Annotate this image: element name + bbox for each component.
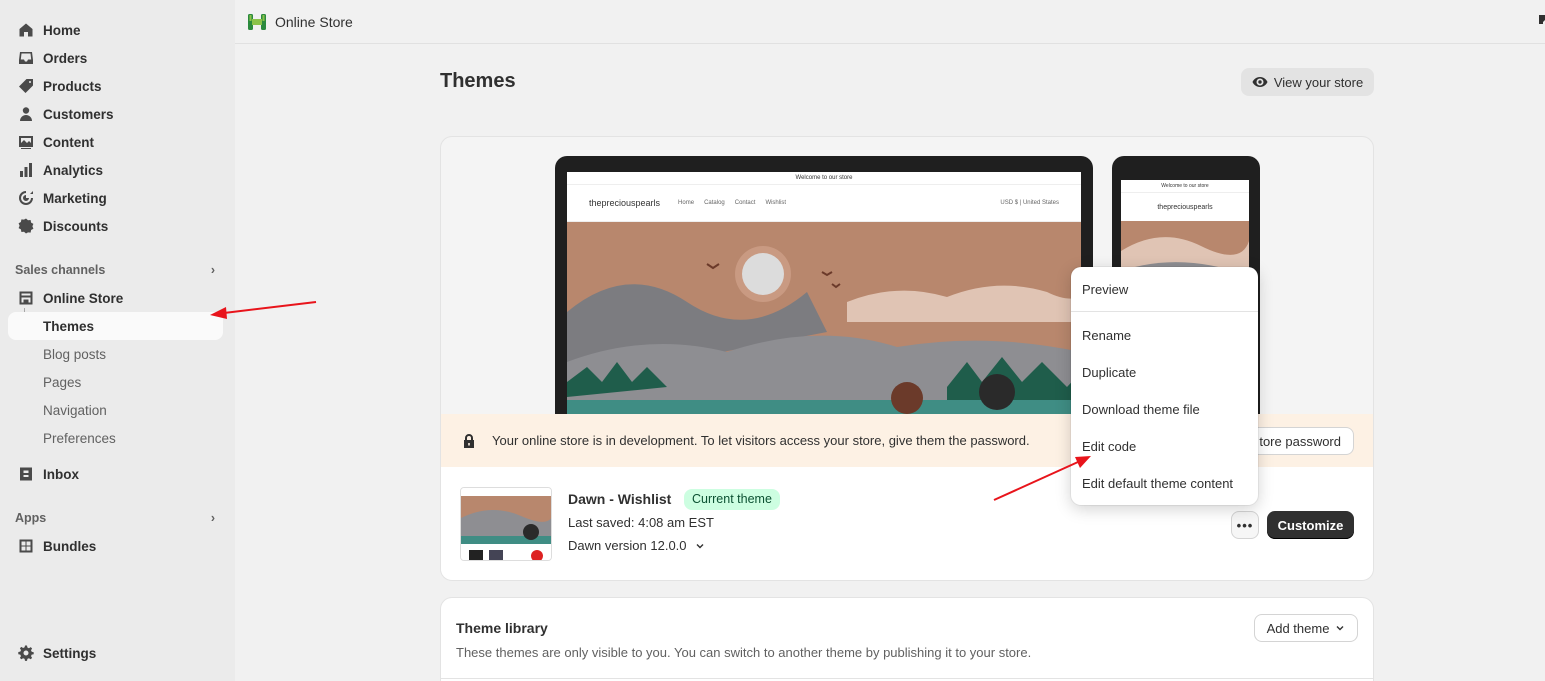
sidebar-item-label: Settings [43,645,97,661]
sidebar-item-label: Orders [43,50,88,66]
theme-thumbnail-image [461,488,551,560]
apps-header[interactable]: Apps › [15,511,215,525]
customize-button[interactable]: Customize [1267,511,1354,539]
sidebar: Home Orders Products Customers Content A… [0,0,235,681]
sidebar-item-discounts[interactable]: Discounts [8,212,223,240]
theme-last-saved: Last saved: 4:08 am EST [568,515,714,530]
sidebar-item-content[interactable]: Content [8,128,223,156]
menu-divider [1071,311,1258,312]
sidebar-item-label: Marketing [43,190,107,206]
preview-nav-link: Home [678,200,695,206]
online-store-app-icon [248,13,266,30]
menu-item-edit-code[interactable]: Edit code [1071,431,1258,461]
sidebar-subitem-preferences[interactable]: Preferences [8,424,223,452]
theme-actions-button[interactable]: ••• [1231,511,1259,539]
sales-channels-header[interactable]: Sales channels › [15,263,215,277]
image-icon [16,132,36,152]
apps-label: Apps [15,511,47,525]
preview-hero-image [567,222,1081,416]
sidebar-item-label: Discounts [43,218,109,234]
menu-item-preview[interactable]: Preview [1071,274,1258,304]
gear-icon [16,643,36,663]
discount-icon [16,216,36,236]
preview-nav-link: Catalog [704,200,725,206]
add-theme-button[interactable]: Add theme [1254,614,1358,642]
sidebar-item-label: Online Store [43,290,124,306]
menu-item-download-theme-file[interactable]: Download theme file [1071,394,1258,424]
sidebar-item-label: Content [43,134,94,150]
view-store-label: View your store [1273,74,1364,90]
home-icon [16,20,36,40]
sidebar-subitem-pages[interactable]: Pages [8,368,223,396]
sidebar-subitem-themes[interactable]: Themes [8,312,223,340]
sidebar-item-home[interactable]: Home [8,16,223,44]
bar-chart-icon [16,160,36,180]
lock-icon [464,433,474,448]
sidebar-item-orders[interactable]: Orders [8,44,223,72]
chevron-down-icon [696,543,704,548]
sidebar-item-label: Analytics [43,162,104,178]
sidebar-item-label: Products [43,78,102,94]
theme-name: Dawn - Wishlist [568,491,672,507]
topbar: Online Store [235,0,1545,44]
theme-library-title: Theme library [456,620,548,636]
sidebar-item-inbox[interactable]: Inbox [8,460,223,488]
sidebar-item-label: Home [43,22,81,38]
theme-library-subtitle: These themes are only visible to you. Yo… [456,645,1032,660]
preview-store-name: thepreciouspearls [589,198,661,208]
desktop-preview[interactable]: Welcome to our store thepreciouspearls H… [555,156,1093,416]
preview-nav: Home Catalog Contact Wishlist [678,200,786,206]
sidebar-item-customers[interactable]: Customers [8,100,223,128]
sidebar-item-label: Bundles [43,538,97,554]
current-theme-badge: Current theme [684,489,780,510]
sidebar-item-products[interactable]: Products [8,72,223,100]
mobile-preview-store-name: thepreciouspearls [1157,203,1213,211]
target-icon [16,188,36,208]
topbar-title[interactable]: Online Store [275,14,353,30]
sidebar-subitem-blog-posts[interactable]: Blog posts [8,340,223,368]
sidebar-subitem-navigation[interactable]: Navigation [8,396,223,424]
menu-item-rename[interactable]: Rename [1071,320,1258,350]
preview-currency: USD $ | United States [1000,200,1059,206]
inbox-app-icon [16,464,36,484]
theme-thumbnail[interactable] [460,487,552,561]
eye-icon [1252,77,1268,87]
development-banner-text: Your online store is in development. To … [492,433,1030,448]
theme-library-card: Theme library These themes are only visi… [440,597,1374,681]
sidebar-item-label: Inbox [43,466,79,482]
sidebar-item-label: Customers [43,106,114,122]
theme-version-label: Dawn version 12.0.0 [568,538,687,553]
divider [441,678,1373,679]
sidebar-item-online-store[interactable]: Online Store [8,284,223,312]
add-theme-label: Add theme [1266,620,1330,636]
storefront-icon [16,288,36,308]
desktop-preview-screen: Welcome to our store thepreciouspearls H… [567,172,1081,416]
sidebar-item-marketing[interactable]: Marketing [8,184,223,212]
sidebar-item-settings[interactable]: Settings [8,639,223,667]
inbox-tray-icon [16,48,36,68]
chevron-right-icon: › [210,511,215,525]
tag-icon [16,76,36,96]
chevron-right-icon: › [210,263,215,277]
chevron-down-icon [1336,626,1344,631]
view-store-button[interactable]: View your store [1241,68,1374,96]
preview-header: thepreciouspearls Home Catalog Contact W… [567,185,1081,222]
theme-actions-menu: Preview Rename Duplicate Download theme … [1071,267,1258,505]
menu-item-duplicate[interactable]: Duplicate [1071,357,1258,387]
bundles-icon [16,536,36,556]
theme-version[interactable]: Dawn version 12.0.0 [568,538,705,553]
person-icon [16,104,36,124]
preview-nav-link: Wishlist [765,200,787,206]
sidebar-item-bundles[interactable]: Bundles [8,532,223,560]
menu-item-edit-default-theme-content[interactable]: Edit default theme content [1071,468,1258,498]
preview-announcement: Welcome to our store [567,172,1081,185]
pin-icon[interactable] [1535,14,1545,30]
preview-nav-link: Contact [734,200,756,206]
mobile-preview-announcement: Welcome to our store [1121,180,1249,193]
page-title: Themes [440,70,516,92]
sales-channels-label: Sales channels [15,263,106,277]
sidebar-item-analytics[interactable]: Analytics [8,156,223,184]
